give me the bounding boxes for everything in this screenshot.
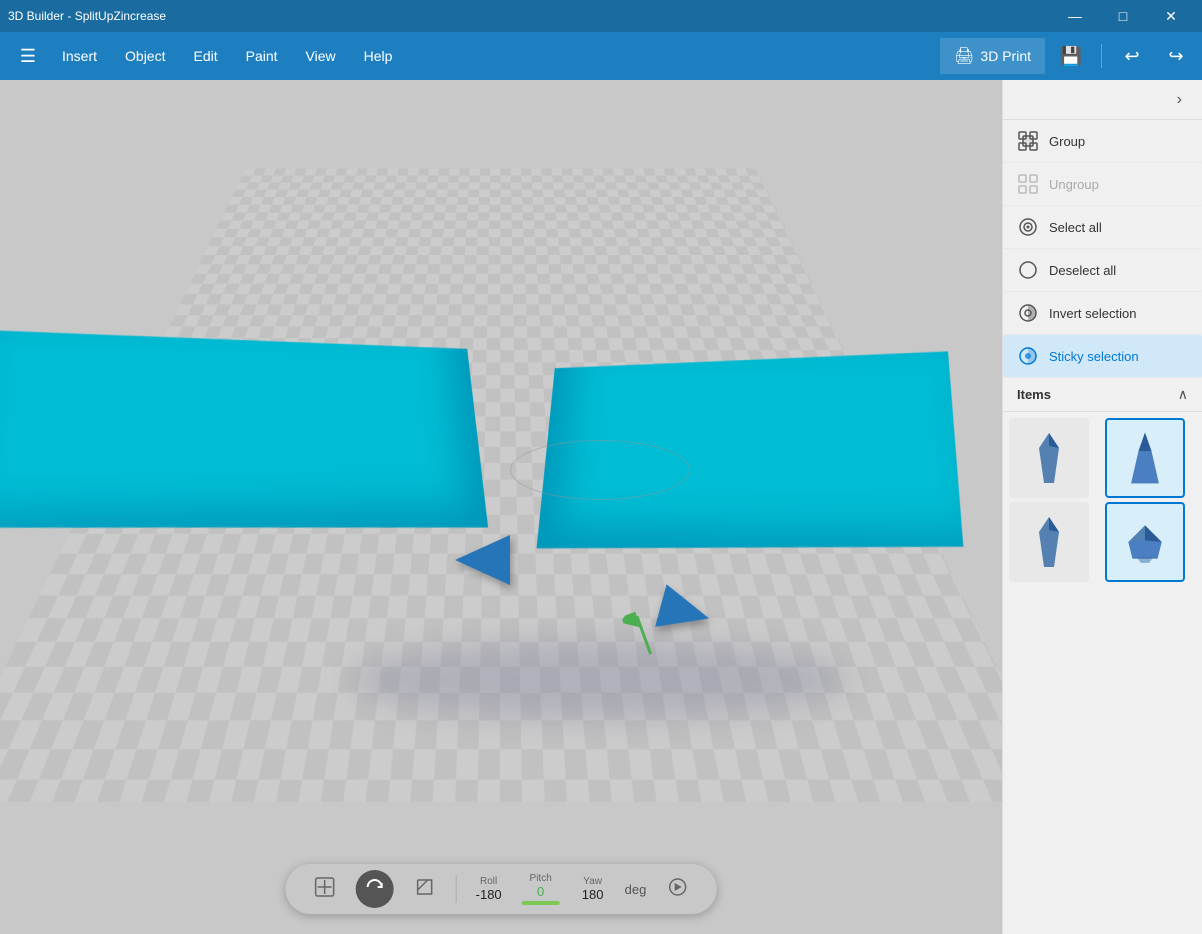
reset-icon xyxy=(666,876,688,903)
sticky-selection-label: Sticky selection xyxy=(1049,349,1139,364)
roll-label: Roll xyxy=(480,876,497,887)
item-4-preview xyxy=(1120,512,1170,572)
item-thumb-2[interactable] xyxy=(1105,418,1185,498)
right-panel: › Group xyxy=(1002,80,1202,934)
panel-toggle-btn[interactable]: › xyxy=(1169,87,1190,113)
deselect-all-label: Deselect all xyxy=(1049,263,1116,278)
yaw-number: 180 xyxy=(582,887,604,902)
save-icon: 💾 xyxy=(1060,46,1082,67)
close-button[interactable]: ✕ xyxy=(1148,0,1194,32)
items-label: Items xyxy=(1017,387,1051,402)
pitch-label: Pitch xyxy=(530,873,552,884)
reset-btn[interactable] xyxy=(658,870,696,908)
menu-divider xyxy=(1101,44,1102,68)
undo-icon: ↩ xyxy=(1124,46,1139,67)
roll-value: Roll -180 xyxy=(469,876,509,902)
shape-shadow xyxy=(350,640,850,720)
move-icon xyxy=(314,876,336,903)
pitch-value: Pitch 0 xyxy=(521,873,561,905)
items-section: Items ∧ xyxy=(1003,378,1202,934)
sticky-selection-icon xyxy=(1017,345,1039,367)
menu-right-controls: 🖨 3D Print 💾 ↩ ↪ xyxy=(940,38,1194,74)
ungroup-icon xyxy=(1017,173,1039,195)
invert-selection-action[interactable]: Invert selection xyxy=(1003,292,1202,335)
sticky-selection-action[interactable]: Sticky selection xyxy=(1003,335,1202,378)
menu-edit[interactable]: Edit xyxy=(179,36,231,76)
select-all-label: Select all xyxy=(1049,220,1102,235)
invert-selection-label: Invert selection xyxy=(1049,306,1136,321)
item-thumb-4[interactable] xyxy=(1105,502,1185,582)
pitch-highlight xyxy=(522,901,560,905)
deselect-all-icon xyxy=(1017,259,1039,281)
redo-icon: ↪ xyxy=(1168,46,1183,67)
item-thumb-3[interactable] xyxy=(1009,502,1089,582)
undo-button[interactable]: ↩ xyxy=(1114,38,1150,74)
print-button[interactable]: 🖨 3D Print xyxy=(940,38,1045,74)
toolbar-divider xyxy=(456,875,457,903)
hamburger-icon: ☰ xyxy=(20,46,36,67)
pointer-left xyxy=(455,535,510,585)
app-title: 3D Builder - SplitUpZincrease xyxy=(8,9,166,23)
group-action[interactable]: Group xyxy=(1003,120,1202,163)
move-tool-btn[interactable] xyxy=(306,870,344,908)
menu-view[interactable]: View xyxy=(292,36,350,76)
main-content: Roll -180 Pitch 0 Yaw 180 deg xyxy=(0,80,1202,934)
hamburger-menu[interactable]: ☰ xyxy=(8,36,48,76)
roll-number: -180 xyxy=(476,887,502,902)
item-thumb-1[interactable] xyxy=(1009,418,1089,498)
redo-button[interactable]: ↪ xyxy=(1158,38,1194,74)
yaw-label: Yaw xyxy=(583,876,602,887)
save-button[interactable]: 💾 xyxy=(1053,38,1089,74)
items-collapse-btn[interactable]: ∧ xyxy=(1178,386,1188,403)
menu-help[interactable]: Help xyxy=(350,36,407,76)
invert-selection-icon xyxy=(1017,302,1039,324)
deselect-all-action[interactable]: Deselect all xyxy=(1003,249,1202,292)
scale-icon xyxy=(414,876,436,903)
bottom-toolbar: Roll -180 Pitch 0 Yaw 180 deg xyxy=(286,864,717,914)
shape-left xyxy=(0,331,488,540)
scale-tool-btn[interactable] xyxy=(406,870,444,908)
panel-toggle-area: › xyxy=(1003,80,1202,120)
item-3-preview xyxy=(1024,512,1074,572)
rotate-tool-btn[interactable] xyxy=(356,870,394,908)
window-controls: — □ ✕ xyxy=(1052,0,1194,32)
ungroup-action: Ungroup xyxy=(1003,163,1202,206)
ungroup-label: Ungroup xyxy=(1049,177,1099,192)
items-grid xyxy=(1003,412,1202,588)
minimize-button[interactable]: — xyxy=(1052,0,1098,32)
menu-insert[interactable]: Insert xyxy=(48,36,111,76)
group-icon xyxy=(1017,130,1039,152)
title-bar: 3D Builder - SplitUpZincrease — □ ✕ xyxy=(0,0,1202,32)
pitch-number: 0 xyxy=(537,884,544,899)
items-header: Items ∧ xyxy=(1003,378,1202,412)
maximize-button[interactable]: □ xyxy=(1100,0,1146,32)
print-label: 3D Print xyxy=(980,48,1031,64)
chevron-right-icon: › xyxy=(1177,91,1182,108)
select-all-icon xyxy=(1017,216,1039,238)
menu-object[interactable]: Object xyxy=(111,36,179,76)
yaw-value: Yaw 180 xyxy=(573,876,613,902)
select-all-action[interactable]: Select all xyxy=(1003,206,1202,249)
chevron-up-icon: ∧ xyxy=(1178,386,1188,402)
rotate-icon xyxy=(364,876,386,903)
unit-label: deg xyxy=(625,882,647,897)
shape-right xyxy=(537,351,965,558)
menu-bar: ☰ Insert Object Edit Paint View Help 🖨 3… xyxy=(0,32,1202,80)
move-arrow-horizontal xyxy=(580,468,650,505)
viewport-3d[interactable]: Roll -180 Pitch 0 Yaw 180 deg xyxy=(0,80,1002,934)
item-2-preview xyxy=(1120,428,1170,488)
print-icon: 🖨 xyxy=(954,46,974,66)
group-label: Group xyxy=(1049,134,1085,149)
menu-paint[interactable]: Paint xyxy=(232,36,292,76)
item-1-preview xyxy=(1024,428,1074,488)
